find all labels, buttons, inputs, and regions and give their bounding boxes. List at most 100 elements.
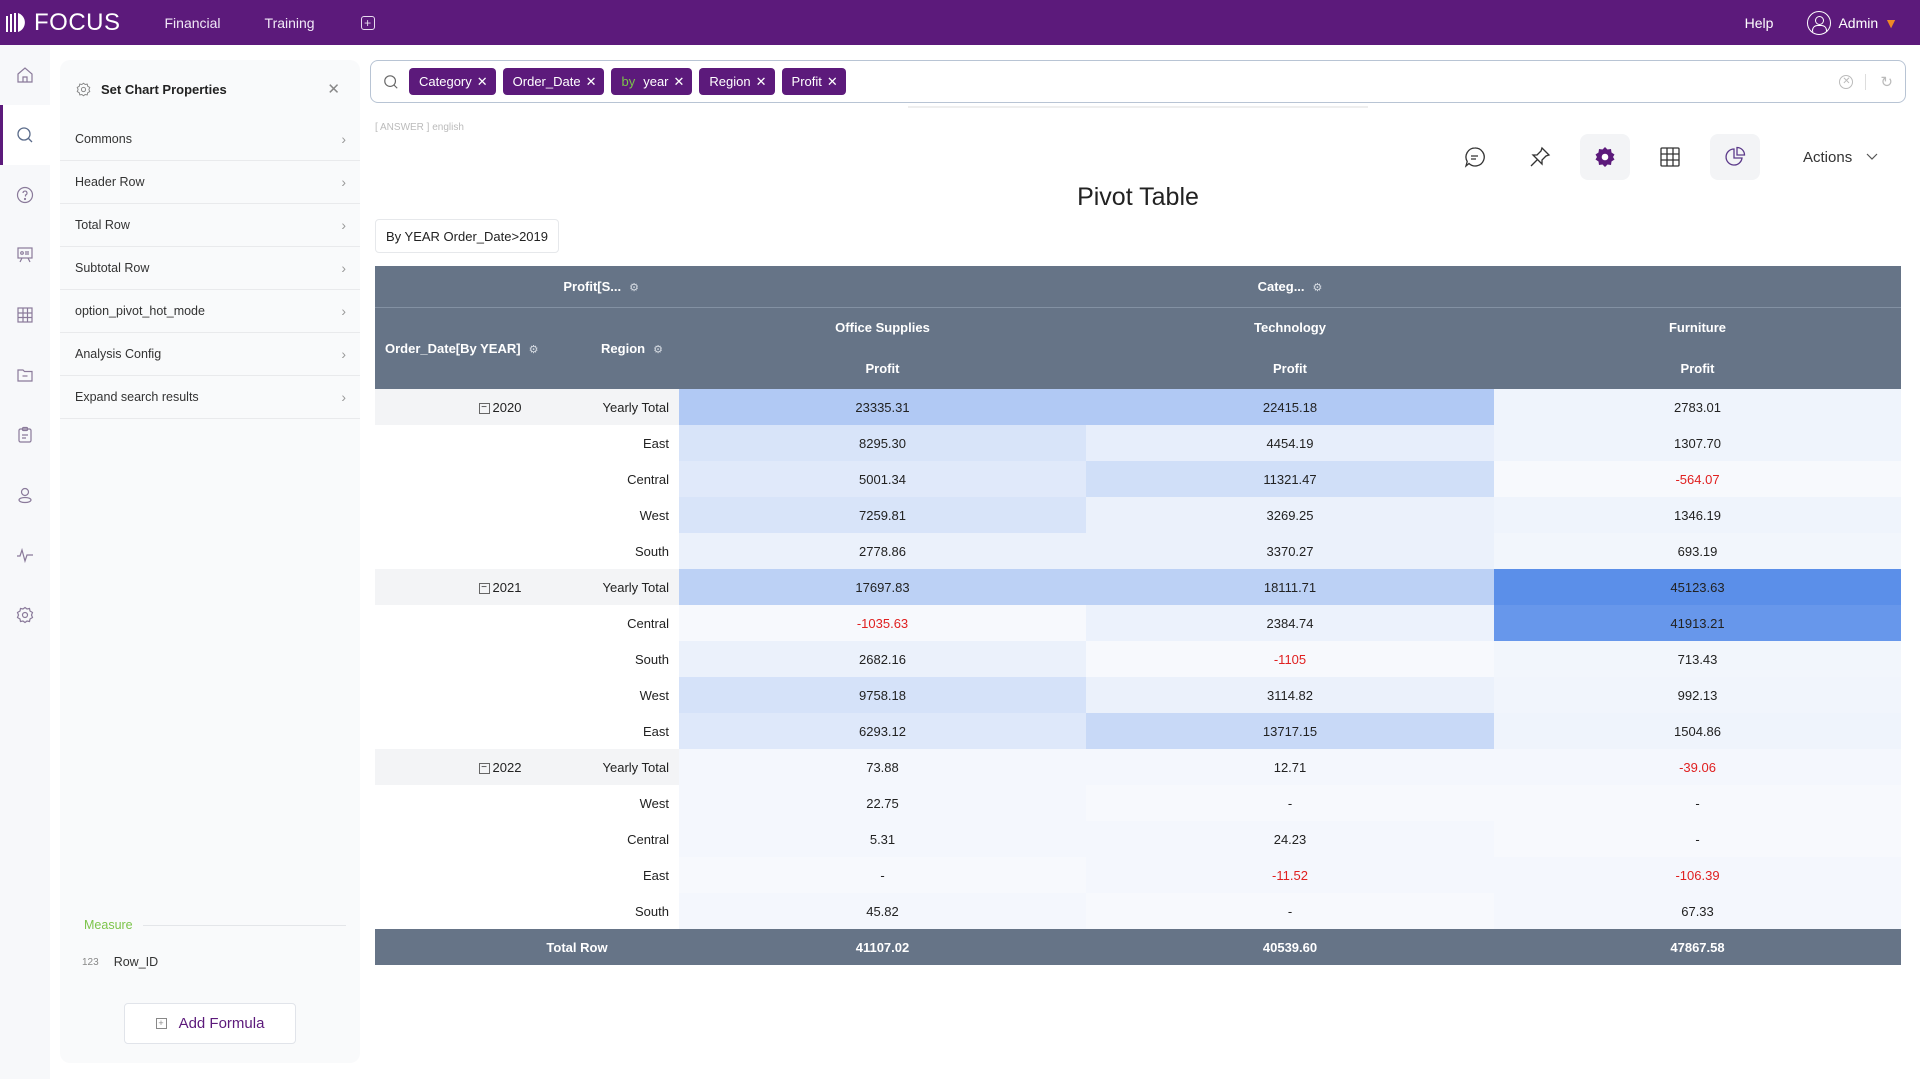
sidebar-presentation[interactable] <box>0 225 50 285</box>
header-label: Categ... <box>1257 278 1305 294</box>
total-row: Total Row 41107.02 40539.60 47867.58 <box>375 929 1902 965</box>
prop-label: Total Row <box>75 218 130 232</box>
value-cell: -564.07 <box>1494 461 1902 497</box>
actions-label: Actions <box>1803 148 1853 166</box>
search-chip-by-year[interactable]: by year ✕ <box>611 68 693 95</box>
clear-search-icon[interactable]: ✕ <box>1839 74 1854 89</box>
measure-corner-header[interactable]: Profit[S... ⚙ <box>375 266 679 308</box>
chevron-right-icon: › <box>341 131 346 147</box>
pulse-icon <box>17 547 33 564</box>
divider <box>1865 73 1867 90</box>
year-label: 2022 <box>492 759 522 775</box>
sidebar-pulse[interactable] <box>0 525 50 585</box>
nav-financial[interactable]: Financial <box>165 15 221 31</box>
close-icon[interactable]: ✕ <box>327 80 340 98</box>
clipboard-icon <box>18 426 32 443</box>
sidebar-search[interactable] <box>0 105 50 165</box>
answer-hint: [ ANSWER ] english <box>375 122 464 133</box>
value-cell: 1346.19 <box>1494 497 1902 533</box>
search-icon <box>17 127 33 143</box>
nav-training[interactable]: Training <box>265 15 315 31</box>
region-row: South 45.82-67.33 <box>375 893 1902 929</box>
top-navigation-bar: FOCUS Financial Training + Help Admin ▼ <box>0 0 1920 45</box>
search-bar[interactable]: Category ✕ Order_Date ✕ by year ✕ Region ✕ Pr… <box>370 60 1906 103</box>
value-cell: - <box>679 857 1086 893</box>
settings-icon[interactable]: ⚙ <box>653 343 663 356</box>
prop-pivot-hot-mode[interactable]: option_pivot_hot_mode › <box>60 290 360 333</box>
help-link[interactable]: Help <box>1745 15 1774 31</box>
remove-chip-icon[interactable]: ✕ <box>477 74 488 90</box>
search-chip-profit[interactable]: Profit ✕ <box>781 68 846 95</box>
sidebar-folder[interactable] <box>0 345 50 405</box>
numeric-type-icon: 123 <box>82 956 99 968</box>
region-field-header[interactable]: Region ⚙ <box>585 307 679 389</box>
pivot-table: Profit[S... ⚙ Categ... ⚙ Order_Date[By YEA… <box>375 266 1902 965</box>
category-header-technology[interactable]: Technology <box>1086 307 1494 348</box>
collapse-icon[interactable]: − <box>478 582 490 594</box>
empty-cell <box>375 461 585 497</box>
category-header-furniture[interactable]: Furniture <box>1494 307 1902 348</box>
measure-header: Profit <box>1086 348 1494 389</box>
search-chip-region[interactable]: Region ✕ <box>699 68 775 95</box>
chart-settings-button[interactable] <box>1580 134 1630 180</box>
region-cell: Central <box>627 615 669 631</box>
region-row: East - -11.52 -106.39 <box>375 857 1902 893</box>
prop-label: Commons <box>75 132 132 146</box>
prop-header-row[interactable]: Header Row › <box>60 161 360 204</box>
sidebar-user[interactable] <box>0 465 50 525</box>
region-row: Central 5.31 24.23- <box>375 821 1902 857</box>
remove-chip-icon[interactable]: ✕ <box>756 74 767 90</box>
collapse-icon[interactable]: − <box>478 402 490 414</box>
region-row: West 9758.18 3114.82 992.13 <box>375 677 1902 713</box>
prop-total-row[interactable]: Total Row › <box>60 204 360 247</box>
field-row-id[interactable]: 123 Row_ID <box>82 955 158 969</box>
actions-dropdown[interactable]: Actions <box>1803 149 1878 166</box>
filter-tag[interactable]: By YEAR Order_Date>2019 <box>375 219 559 253</box>
order-date-field-header[interactable]: Order_Date[By YEAR] ⚙ <box>375 307 585 389</box>
comment-button[interactable] <box>1450 134 1500 180</box>
chart-type-button[interactable] <box>1710 134 1760 180</box>
table-view-button[interactable] <box>1645 134 1695 180</box>
search-chip-order-date[interactable]: Order_Date ✕ <box>502 68 605 95</box>
sidebar-home[interactable] <box>0 45 50 105</box>
prop-expand-search-results[interactable]: Expand search results › <box>60 376 360 419</box>
collapse-icon[interactable]: − <box>478 762 490 774</box>
focus-logo[interactable]: FOCUS <box>6 9 121 37</box>
sidebar-table[interactable] <box>0 285 50 345</box>
sidebar-clipboard[interactable] <box>0 405 50 465</box>
panel-header: Set Chart Properties ✕ <box>60 60 360 118</box>
prop-label: Subtotal Row <box>75 261 150 275</box>
prop-analysis-config[interactable]: Analysis Config › <box>60 333 360 376</box>
add-formula-button[interactable]: + Add Formula <box>124 1003 296 1044</box>
settings-icon[interactable]: ⚙ <box>1313 281 1323 294</box>
remove-chip-icon[interactable]: ✕ <box>586 74 597 90</box>
chevron-right-icon: › <box>341 346 346 362</box>
prop-label: Expand search results <box>75 390 199 404</box>
region-cell: West <box>639 795 669 811</box>
settings-icon[interactable]: ⚙ <box>629 281 639 294</box>
comment-icon <box>1464 147 1485 168</box>
category-field-header[interactable]: Categ... ⚙ <box>679 266 1902 308</box>
total-cell: 40539.60 <box>1086 929 1494 965</box>
region-cell: Yearly Total <box>585 569 679 605</box>
settings-icon <box>16 606 34 624</box>
refresh-icon[interactable]: ↻ <box>1880 73 1893 91</box>
settings-icon[interactable]: ⚙ <box>529 343 539 356</box>
region-cell: East <box>642 723 669 739</box>
add-tab-icon[interactable]: + <box>360 15 375 30</box>
sidebar-settings[interactable] <box>0 585 50 645</box>
value-cell: 2778.86 <box>679 533 1086 569</box>
category-header-office-supplies[interactable]: Office Supplies <box>679 307 1086 348</box>
prop-subtotal-row[interactable]: Subtotal Row › <box>60 247 360 290</box>
value-cell: 2384.74 <box>1086 605 1494 641</box>
pie-chart-icon <box>1725 146 1746 166</box>
remove-chip-icon[interactable]: ✕ <box>674 74 685 90</box>
pin-button[interactable] <box>1515 134 1565 180</box>
user-menu[interactable]: Admin ▼ <box>1807 10 1898 35</box>
search-chip-category[interactable]: Category ✕ <box>409 68 496 95</box>
remove-chip-icon[interactable]: ✕ <box>827 74 838 90</box>
prop-commons[interactable]: Commons › <box>60 118 360 161</box>
field-name: Row_ID <box>113 955 159 969</box>
sidebar-help[interactable] <box>0 165 50 225</box>
header-label: Order_Date[By YEAR] <box>385 340 521 356</box>
